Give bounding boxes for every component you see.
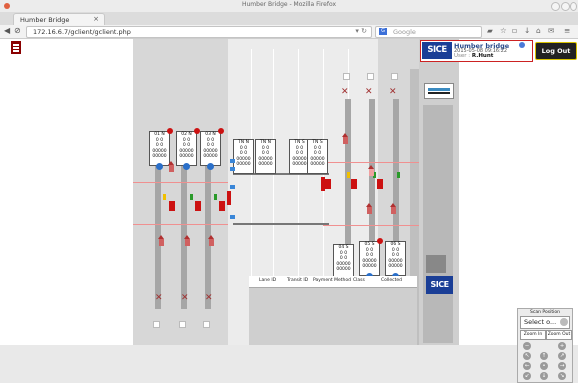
navigation-bar: ◀ ⊘ 172.16.6.7/gclient/gclient.php ▾ ↻ G… bbox=[0, 25, 578, 39]
pan-center-icon[interactable]: • bbox=[540, 362, 548, 370]
back-arrow-icon[interactable]: ◀ bbox=[4, 26, 10, 35]
pan-left-icon[interactable]: ← bbox=[523, 362, 531, 370]
booth-01n[interactable]: 01 N 0 0 0 0 00000 00000 bbox=[149, 128, 173, 170]
barrier-marker bbox=[325, 179, 331, 189]
pan-down-left-icon[interactable]: ↙ bbox=[523, 372, 531, 380]
scroll-thumb[interactable] bbox=[426, 255, 446, 273]
sice-logo: SICE bbox=[422, 42, 452, 59]
booth-house-icon bbox=[208, 235, 214, 246]
window-title: Humber Bridge - Mozilla Firefox bbox=[241, 1, 336, 8]
column-class[interactable]: Class bbox=[353, 278, 365, 283]
tab-bar: Humber Bridge × + bbox=[0, 12, 578, 35]
zoom-out-button[interactable]: Zoom Out bbox=[546, 330, 572, 340]
pan-down-icon[interactable]: ↓ bbox=[540, 372, 548, 380]
hamburger-menu-button[interactable] bbox=[11, 41, 21, 54]
column-payment-method[interactable]: Payment Method bbox=[313, 278, 351, 283]
booth-06s[interactable]: 06 S 0 0 0 0 00000 00000 bbox=[385, 241, 406, 280]
pan-up-icon[interactable]: ↑ bbox=[540, 352, 548, 360]
booth-02n[interactable]: 02 N 0 0 0 0 00000 00000 bbox=[176, 128, 200, 170]
alert-badge bbox=[167, 128, 173, 134]
lane-closed-icon: ✕ bbox=[341, 87, 349, 97]
scroll-track[interactable] bbox=[423, 105, 453, 343]
lane-closed-icon: ✕ bbox=[155, 293, 163, 303]
table-header: Lane ID Transit ID Payment Method Class … bbox=[249, 276, 417, 288]
chevron-down-icon bbox=[560, 318, 568, 326]
download-icon[interactable]: ↓ bbox=[524, 26, 530, 35]
barrier-marker bbox=[377, 179, 383, 189]
status-disc-icon bbox=[183, 163, 190, 170]
clipboard-icon[interactable]: ▫ bbox=[512, 26, 517, 35]
reload-icon[interactable]: ▾ ↻ bbox=[355, 27, 367, 35]
pan-up-right-icon[interactable]: ↗ bbox=[558, 352, 566, 360]
gantry-line bbox=[233, 223, 329, 225]
booth-tn-n-2[interactable]: TN N 0 0 0 0 00000 00000 bbox=[255, 139, 276, 174]
barrier-marker bbox=[169, 201, 175, 211]
right-panel: SICE bbox=[426, 39, 578, 345]
booth-house-icon bbox=[184, 235, 190, 246]
user-info-box: SICE Humber bridge 2015-05-08 09:16:22 U… bbox=[420, 40, 533, 62]
address-bar[interactable]: 172.16.6.7/gclient/gclient.php ▾ ↻ bbox=[26, 26, 372, 38]
lane-closed-icon: ✕ bbox=[181, 293, 189, 303]
google-icon: G bbox=[379, 28, 387, 35]
booth-05s[interactable]: 05 S 0 0 0 0 00000 00000 bbox=[359, 238, 383, 280]
menu-icon[interactable]: ≡ bbox=[564, 26, 570, 35]
booth-house-icon bbox=[158, 235, 164, 246]
search-input[interactable]: G Google bbox=[375, 26, 482, 38]
alert-badge bbox=[377, 238, 383, 244]
zoom-in-button[interactable]: Zoom In bbox=[520, 330, 546, 340]
lane-closed-icon: ✕ bbox=[389, 87, 397, 97]
bookmark-folder-icon[interactable]: ▰ bbox=[487, 26, 493, 35]
lane-closed-icon: ✕ bbox=[205, 293, 213, 303]
status-disc-icon bbox=[207, 163, 214, 170]
booth-house-icon bbox=[342, 133, 348, 144]
identity-icon[interactable]: ⊘ bbox=[14, 26, 21, 35]
zoom-minus-icon[interactable]: − bbox=[523, 342, 531, 350]
barrier-marker bbox=[195, 201, 201, 211]
logout-button[interactable]: Log Out bbox=[535, 42, 577, 60]
booth-house-icon bbox=[168, 161, 174, 172]
column-lane-id[interactable]: Lane ID bbox=[259, 278, 276, 283]
search-placeholder: Google bbox=[393, 28, 416, 36]
star-icon[interactable]: ☆ bbox=[500, 26, 507, 35]
minimize-button[interactable] bbox=[551, 2, 560, 11]
close-window-button[interactable] bbox=[570, 2, 577, 11]
column-transit-id[interactable]: Transit ID bbox=[287, 278, 308, 283]
tab-label: Humber Bridge bbox=[20, 16, 70, 24]
scan-position-select[interactable]: Select o... bbox=[520, 316, 570, 329]
status-disc-icon bbox=[156, 163, 163, 170]
left-panel bbox=[0, 39, 133, 345]
booth-03n[interactable]: 03 N 0 0 0 0 00000 00000 bbox=[200, 128, 224, 170]
sice-logo: SICE bbox=[426, 276, 453, 294]
barrier-marker bbox=[219, 201, 225, 211]
lane-closed-icon: ✕ bbox=[365, 87, 373, 97]
column-collected[interactable]: Collected bbox=[381, 278, 402, 283]
chat-icon[interactable]: ✉ bbox=[548, 26, 554, 35]
pan-down-right-icon[interactable]: ↘ bbox=[558, 372, 566, 380]
booth-house-icon bbox=[390, 203, 396, 214]
home-icon[interactable]: ⌂ bbox=[536, 26, 541, 35]
booth-tn-s-2[interactable]: TN S 0 0 0 0 00000 00000 bbox=[307, 139, 328, 174]
info-icon[interactable] bbox=[519, 42, 525, 48]
scan-position-title: Scan Position bbox=[530, 310, 560, 315]
booth-house-icon bbox=[368, 165, 374, 176]
booth-house-icon bbox=[366, 203, 372, 214]
barrier-marker bbox=[351, 179, 357, 189]
booth-tn-n-1[interactable]: TN N 0 0 0 0 00000 00000 bbox=[233, 139, 254, 174]
close-tab-icon[interactable]: × bbox=[93, 15, 99, 23]
scan-position-panel: Scan Position Select o... Zoom In Zoom O… bbox=[517, 308, 573, 383]
bridge-thumbnail[interactable] bbox=[424, 83, 454, 99]
pan-right-icon[interactable]: → bbox=[558, 362, 566, 370]
maximize-button[interactable] bbox=[561, 2, 570, 11]
transaction-table: Lane ID Transit ID Payment Method Class … bbox=[249, 276, 417, 345]
zoom-plus-icon[interactable]: + bbox=[558, 342, 566, 350]
user-line: User : R.Hunt bbox=[454, 53, 494, 59]
pan-up-left-icon[interactable]: ↖ bbox=[523, 352, 531, 360]
booth-04s[interactable]: 04 S 0 0 0 0 00000 00000 bbox=[333, 244, 354, 283]
page-content: 01 N 0 0 0 0 00000 00000 02 N 0 0 0 0 00… bbox=[0, 39, 578, 383]
side-strip bbox=[419, 39, 459, 345]
alert-badge bbox=[218, 128, 224, 134]
url-text: 172.16.6.7/gclient/gclient.php bbox=[33, 28, 131, 36]
